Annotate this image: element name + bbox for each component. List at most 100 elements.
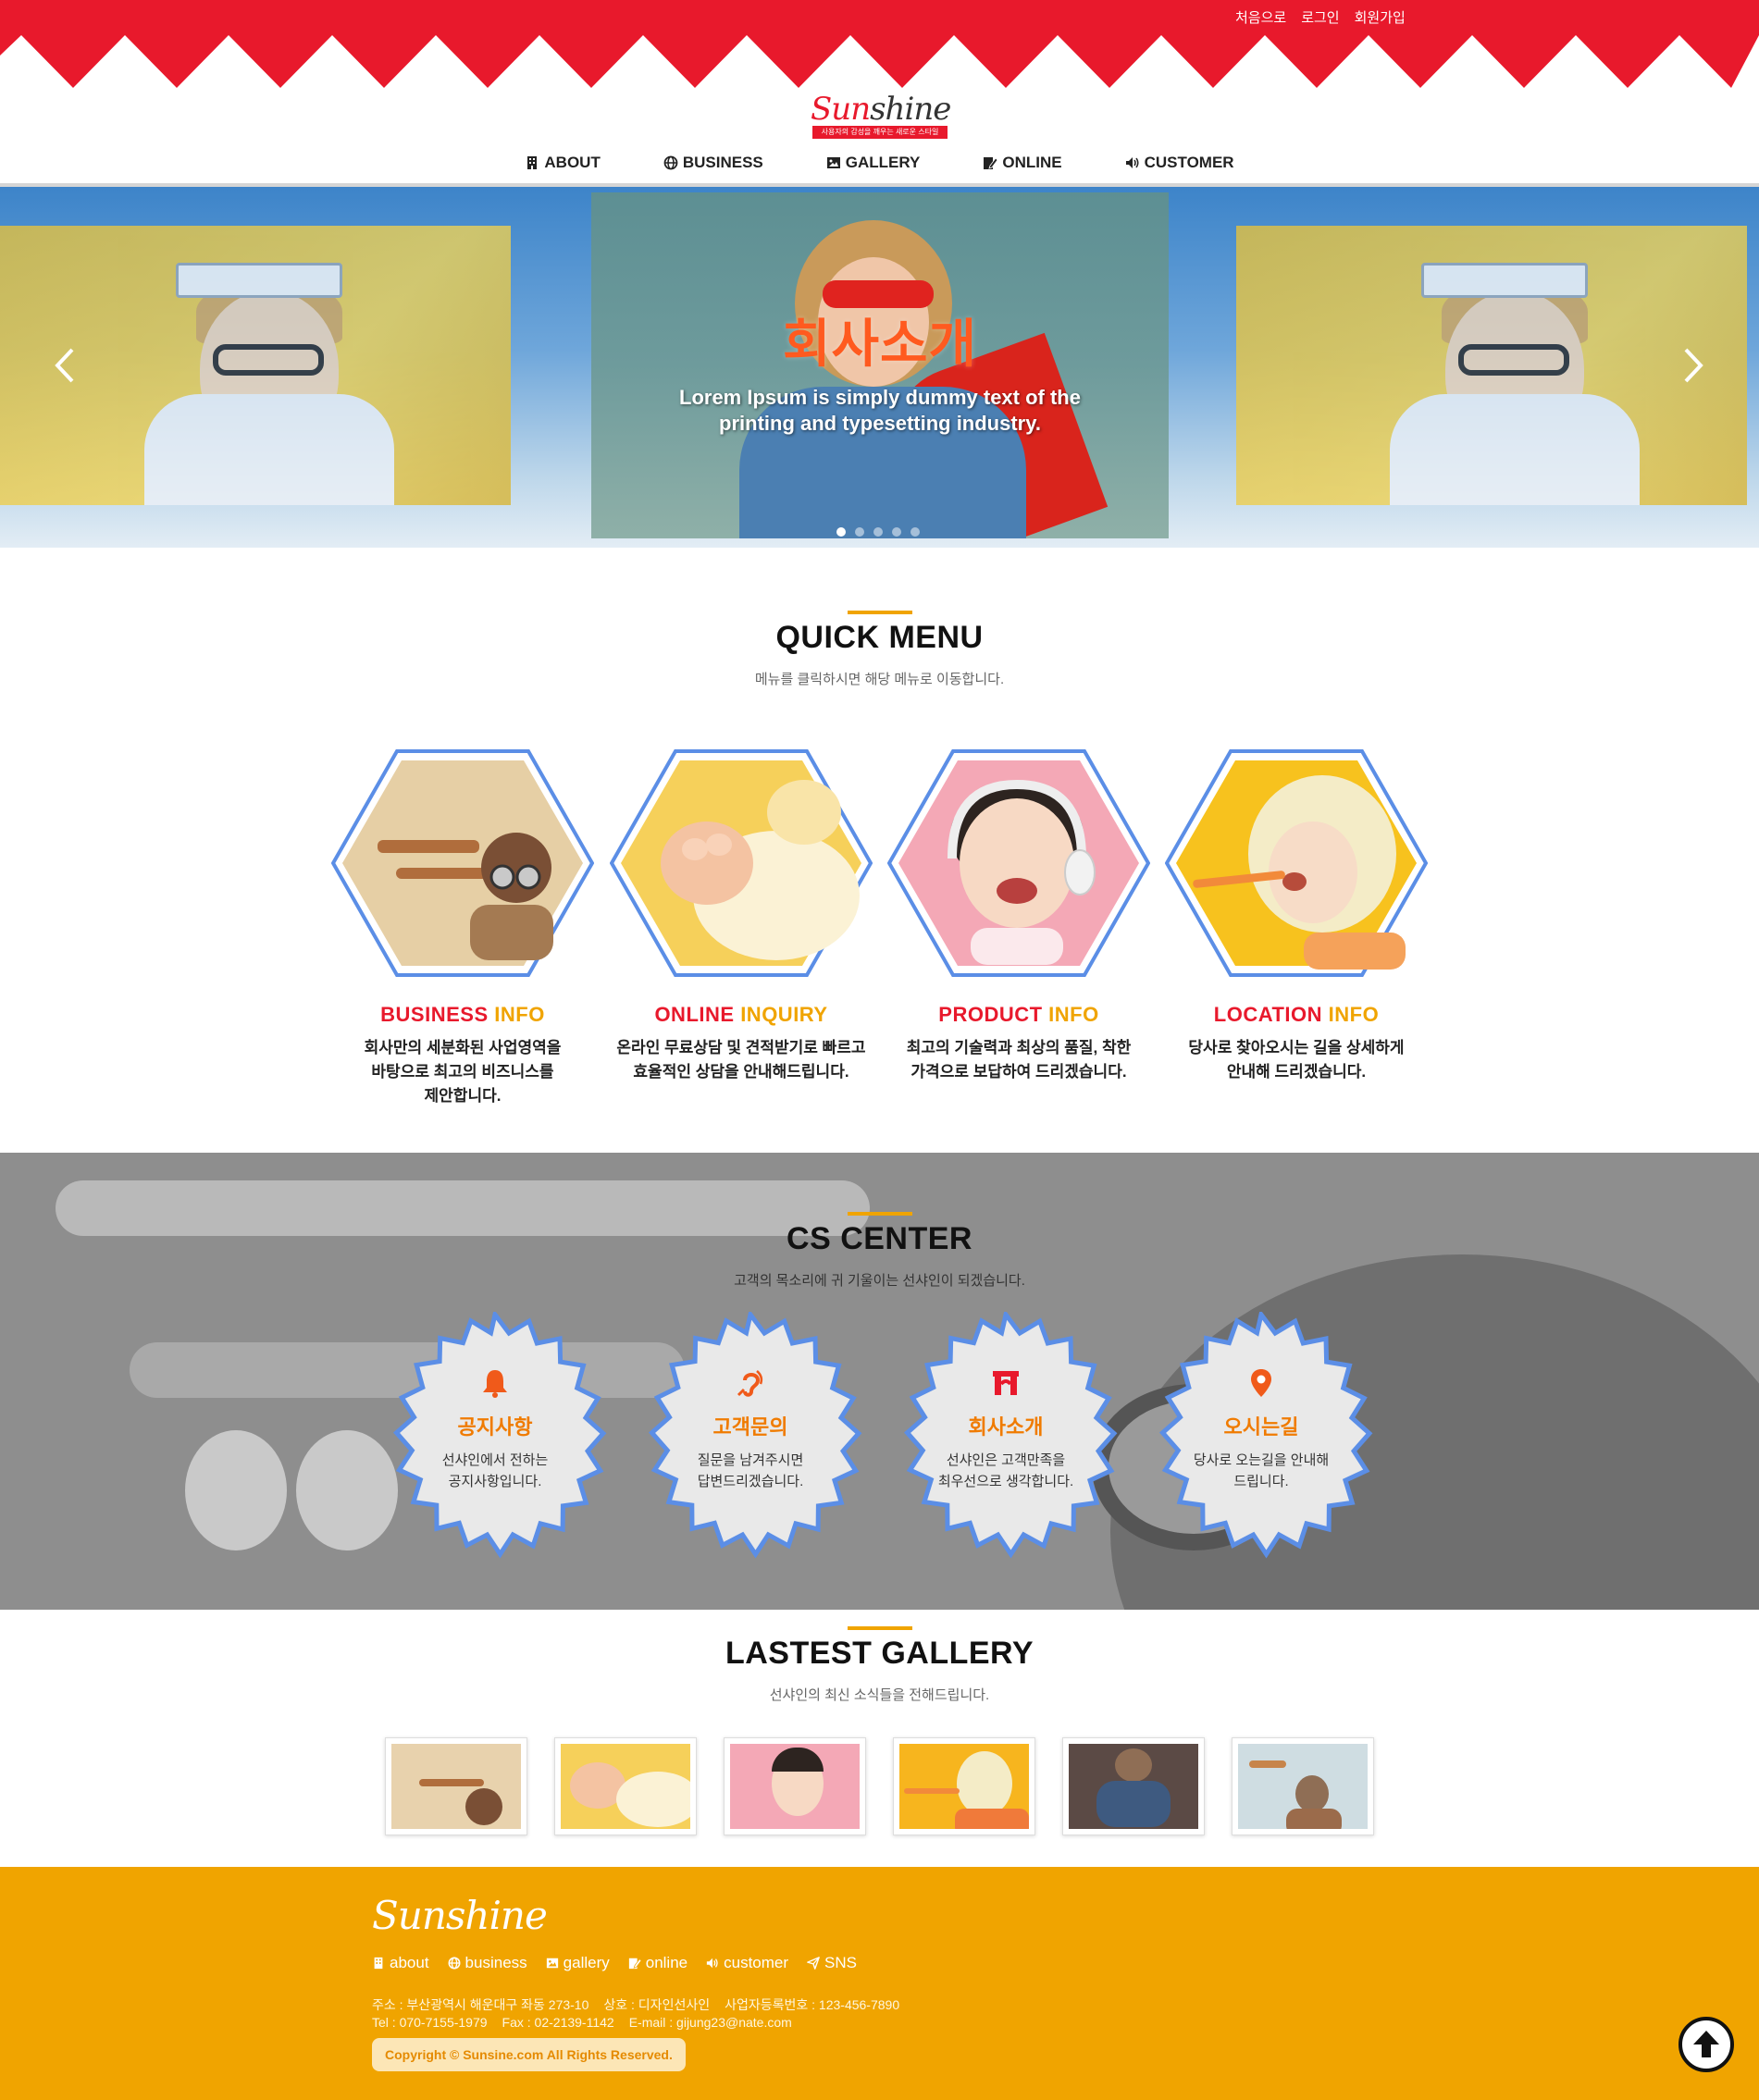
gallery-thumb-6[interactable] [1232, 1737, 1374, 1835]
bell-icon [483, 1370, 507, 1398]
gallery-image [1238, 1744, 1368, 1829]
quick-menu-item-product[interactable]: PRODUCT INFO 최고의 기술력과 최상의 품질, 착한 가격으로 보답… [887, 747, 1150, 1084]
main-nav: ABOUT BUSINESS GALLERY ONLINE CUSTOMER [0, 154, 1759, 172]
send-icon [807, 1957, 820, 1970]
footer-link-label: online [645, 1954, 688, 1971]
signup-link[interactable]: 회원가입 [1355, 7, 1406, 27]
next-slide-image [1236, 226, 1747, 505]
quick-menu-item-online[interactable]: ONLINE INQUIRY 온라인 무료상담 및 견적받기로 빠르고 효율적인… [610, 747, 873, 1084]
baby-eating-photo [1165, 749, 1428, 977]
gallery-thumb-5[interactable] [1062, 1737, 1205, 1835]
nav-business[interactable]: BUSINESS [663, 154, 763, 172]
cs-item-content: 오시는길 당사로 오는길을 안내해 드립니다. [1136, 1367, 1386, 1492]
cs-center-subtitle: 고객의 목소리에 귀 기울이는 선샤인이 되겠습니다. [734, 1273, 1025, 1289]
cs-item-desc: 선샤인은 고객만족을 최우선으로 생각합니다. [881, 1450, 1131, 1492]
desc-line-2: 공지사항입니다. [448, 1474, 542, 1489]
footer-link-business[interactable]: business [448, 1954, 527, 1972]
footer-link-label: gallery [563, 1954, 610, 1971]
image-icon [546, 1958, 558, 1969]
gallery-image [561, 1744, 690, 1829]
quick-menu-item-business[interactable]: BUSINESS INFO 회사만의 세분화된 사업영역을 바탕으로 최고의 비… [331, 747, 594, 1108]
footer-link-online[interactable]: online [628, 1954, 687, 1972]
slider-next-arrow[interactable] [1675, 342, 1712, 389]
quick-menu-item-desc: 회사만의 세분화된 사업영역을 바탕으로 최고의 비즈니스를 제안합니다. [331, 1036, 594, 1108]
logo-tagline: 사용자의 감성을 깨우는 새로운 스타일 [812, 126, 948, 139]
footer-link-customer[interactable]: customer [706, 1954, 788, 1972]
login-link[interactable]: 로그인 [1301, 7, 1339, 27]
nav-online[interactable]: ONLINE [983, 154, 1062, 172]
desc-line-2: 드립니다. [1233, 1474, 1289, 1489]
image-icon [826, 157, 840, 168]
desc-line-1: 질문을 남겨주시면 [697, 1452, 804, 1468]
cs-item-inquiry[interactable]: 고객문의 질문을 남겨주시면답변드리겠습니다. [626, 1312, 875, 1562]
desc-line-2: 가격으로 보답하여 드리겠습니다. [910, 1063, 1127, 1081]
home-link[interactable]: 처음으로 [1235, 7, 1286, 27]
cs-item-title: 고객문의 [712, 1415, 788, 1439]
footer-link-about[interactable]: about [372, 1954, 429, 1972]
hero-title: 회사소개 [782, 315, 978, 373]
footer-link-label: business [465, 1954, 527, 1971]
desc-line-1: 선샤인에서 전하는 [441, 1452, 549, 1468]
gallery-thumb-2[interactable] [554, 1737, 697, 1835]
slider-dot-4[interactable] [892, 527, 901, 537]
desc-line-2: 안내해 드리겠습니다. [1226, 1063, 1367, 1081]
footer-fax: Fax : 02-2139-1142 [502, 2015, 614, 2030]
cs-center-title: CS CENTER [787, 1221, 972, 1256]
heading-accent-bar [847, 1212, 912, 1216]
title-part-b: INFO [1048, 1003, 1099, 1026]
quick-menu-item-title: ONLINE INQUIRY [610, 1003, 873, 1027]
quick-menu-item-desc: 당사로 찾아오시는 길을 상세하게 안내해 드리겠습니다. [1165, 1036, 1428, 1084]
footer-email: E-mail : gijung23@nate.com [628, 2015, 792, 2030]
cs-item-content: 공지사항 선샤인에서 전하는 공지사항입니다. [370, 1367, 620, 1492]
top-zigzag-banner: 처음으로 로그인 회원가입 [0, 0, 1759, 88]
desc-line-2: 답변드리겠습니다. [697, 1474, 804, 1489]
desc-line-3: 제안합니다. [424, 1087, 502, 1105]
cs-item-title: 오시는길 [1223, 1415, 1299, 1439]
desc-line-2: 바탕으로 최고의 비즈니스를 [371, 1063, 554, 1081]
cs-item-desc: 선샤인에서 전하는공지사항입니다. [370, 1450, 620, 1492]
nav-about[interactable]: ABOUT [525, 154, 601, 172]
footer-logo[interactable]: Sunshine [372, 1893, 548, 1938]
gallery-title: LASTEST GALLERY [725, 1636, 1034, 1671]
footer-biz-no: 사업자등록번호 : 123-456-7890 [725, 1997, 900, 2012]
site-logo[interactable]: Sunshine 사용자의 감성을 깨우는 새로운 스타일 [811, 91, 951, 146]
slider-dot-1[interactable] [836, 527, 846, 537]
cs-item-location[interactable]: 오시는길 당사로 오는길을 안내해 드립니다. [1136, 1312, 1386, 1562]
edit-icon [628, 1958, 641, 1970]
footer-link-sns[interactable]: SNS [807, 1954, 857, 1972]
cs-item-content: 고객문의 질문을 남겨주시면답변드리겠습니다. [626, 1367, 875, 1492]
cs-item-title: 회사소개 [968, 1415, 1044, 1439]
gallery-thumb-1[interactable] [385, 1737, 527, 1835]
gallery-image [730, 1744, 860, 1829]
cs-item-desc: 당사로 오는길을 안내해 드립니다. [1136, 1450, 1386, 1492]
slider-dot-3[interactable] [873, 527, 883, 537]
quick-menu-item-location[interactable]: LOCATION INFO 당사로 찾아오시는 길을 상세하게 안내해 드리겠습… [1165, 747, 1428, 1084]
nav-gallery[interactable]: GALLERY [826, 154, 920, 172]
footer-link-label: SNS [824, 1954, 858, 1971]
footer-link-label: customer [724, 1954, 789, 1971]
gallery-thumb-4[interactable] [893, 1737, 1035, 1835]
title-part-a: BUSINESS [380, 1003, 489, 1026]
slider-prev-arrow[interactable] [48, 342, 85, 389]
cs-item-notice[interactable]: 공지사항 선샤인에서 전하는 공지사항입니다. [370, 1312, 620, 1562]
top-links: 처음으로 로그인 회원가입 [1235, 7, 1406, 27]
slider-dots [836, 527, 920, 537]
footer-link-label: about [390, 1954, 429, 1971]
slider-dot-5[interactable] [910, 527, 920, 537]
scroll-to-top-button[interactable] [1678, 2017, 1734, 2072]
speaker-icon [1125, 157, 1139, 168]
map-marker-icon [1251, 1369, 1271, 1397]
gallery-thumb-3[interactable] [724, 1737, 866, 1835]
footer-link-gallery[interactable]: gallery [546, 1954, 610, 1972]
quick-menu-item-title: BUSINESS INFO [331, 1003, 594, 1027]
hero-subtitle-line1: Lorem Ipsum is simply dummy text of the [679, 386, 1081, 409]
desc-line-2: 효율적인 상담을 안내해드립니다. [633, 1063, 849, 1081]
slider-dot-2[interactable] [855, 527, 864, 537]
nav-customer[interactable]: CUSTOMER [1125, 154, 1234, 172]
bg-wheel-shape [185, 1430, 287, 1550]
heading-accent-bar [847, 1626, 912, 1630]
quick-menu-item-desc: 온라인 무료상담 및 견적받기로 빠르고 효율적인 상담을 안내해드립니다. [610, 1036, 873, 1084]
cs-item-company[interactable]: 회사소개 선샤인은 고객만족을 최우선으로 생각합니다. [881, 1312, 1131, 1562]
desc-line-1: 당사로 찾아오시는 길을 상세하게 [1188, 1039, 1405, 1056]
quick-menu-item-title: LOCATION INFO [1165, 1003, 1428, 1027]
